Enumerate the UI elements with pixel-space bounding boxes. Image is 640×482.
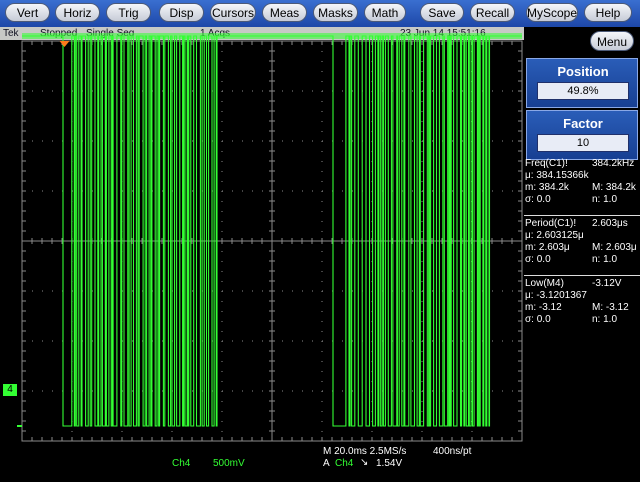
measurement-freq[interactable]: Freq(C1)! 384.2kHz μ: 384.15366k m: 384.2… — [524, 158, 640, 206]
meas-min: m: 384.2k — [525, 182, 569, 193]
trace-high-band — [22, 33, 522, 39]
trigger-prefix: A — [323, 458, 330, 469]
meas-mean: μ: 384.15366k — [525, 170, 589, 181]
meas-count: n: 1.0 — [592, 194, 618, 205]
resolution-readout: 400ns/pt — [433, 446, 472, 457]
divider — [524, 275, 640, 276]
meas-count: n: 1.0 — [592, 254, 618, 265]
meas-sigma: σ: 0.0 — [525, 194, 551, 205]
factor-value[interactable]: 10 — [537, 134, 629, 152]
trigger-slope-icon: ↘ — [360, 457, 369, 468]
trigger-position-icon — [59, 41, 70, 47]
factor-title: Factor — [563, 116, 603, 131]
meas-count: n: 1.0 — [592, 314, 618, 325]
meas-mean: μ: -3.1201367 — [525, 290, 587, 301]
divider — [524, 215, 640, 216]
meas-min: m: 2.603μ — [525, 242, 570, 253]
graticule — [21, 40, 523, 442]
meas-label: Low(M4) — [525, 278, 564, 289]
measurement-low[interactable]: Low(M4) -3.12V μ: -3.1201367 m: -3.12 M: -… — [524, 278, 640, 326]
meas-value: 2.603μs — [592, 218, 628, 229]
meas-max: M: -3.12 — [592, 302, 629, 313]
meas-value: -3.12V — [592, 278, 622, 289]
trigger-level: 1.54V — [376, 458, 403, 469]
meas-mean: μ: 2.603125μ — [525, 230, 584, 241]
meas-min: m: -3.12 — [525, 302, 562, 313]
meas-sigma: σ: 0.0 — [525, 254, 551, 265]
position-control[interactable]: Position 49.8% — [526, 58, 638, 108]
position-value[interactable]: 49.8% — [537, 82, 629, 100]
channel-label: Ch4 — [172, 458, 191, 469]
meas-label: Freq(C1)! — [525, 158, 568, 169]
menu-button[interactable]: Menu — [590, 31, 634, 51]
ch4-level-marker[interactable]: 4 — [3, 384, 17, 396]
measurement-period[interactable]: Period(C1)! 2.603μs μ: 2.603125μ m: 2.603… — [524, 218, 640, 266]
meas-max: M: 384.2k — [592, 182, 636, 193]
meas-label: Period(C1)! — [525, 218, 577, 229]
meas-sigma: σ: 0.0 — [525, 314, 551, 325]
factor-control[interactable]: Factor 10 — [526, 110, 638, 160]
trigger-channel: Ch4 — [335, 458, 354, 469]
timebase-readout: M 20.0ms 2.5MS/s — [323, 446, 407, 457]
channel-scale: 500mV — [213, 458, 245, 469]
meas-value: 384.2kHz — [592, 158, 635, 169]
position-title: Position — [557, 64, 609, 79]
meas-max: M: 2.603μ — [592, 242, 637, 253]
